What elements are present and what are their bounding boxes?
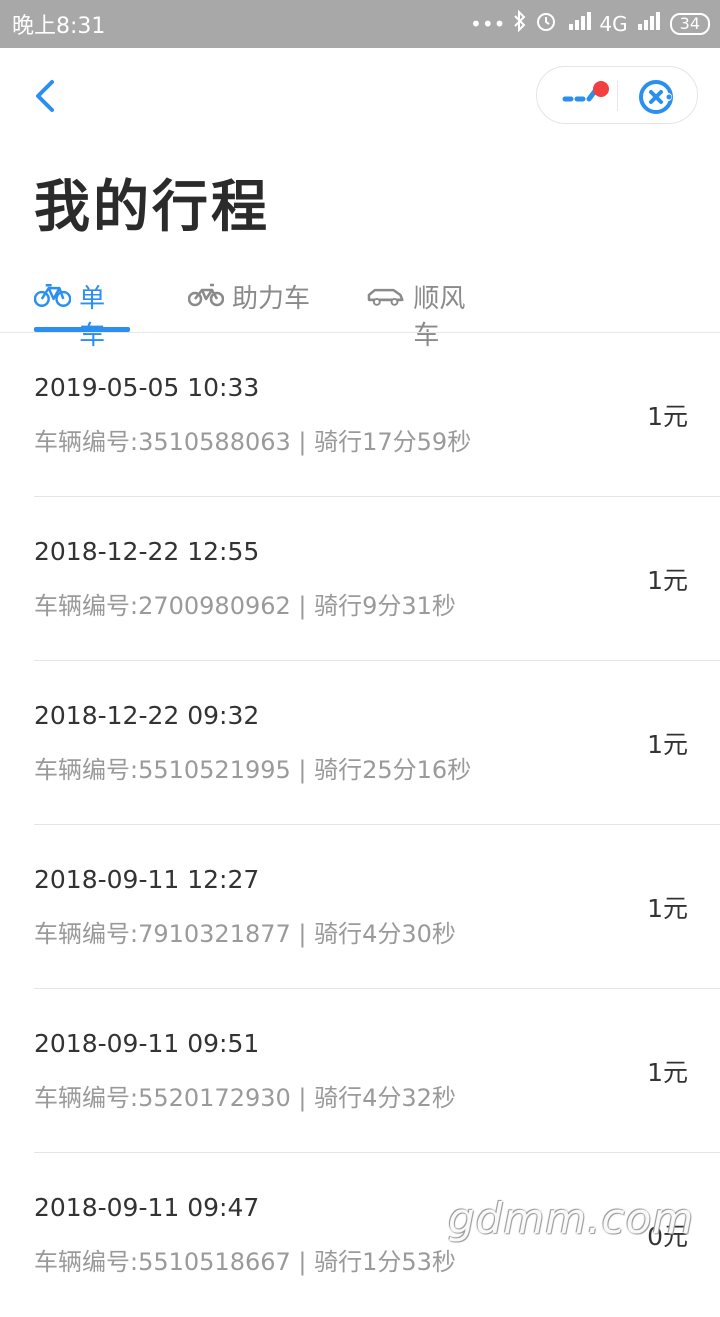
- trip-list: 2019-05-05 10:33 车辆编号:3510588063 | 骑行17分…: [0, 333, 720, 1317]
- tab-bicycle[interactable]: 单车: [34, 270, 130, 351]
- trip-time: 2019-05-05 10:33: [34, 373, 260, 402]
- watermark: gdmm.com: [448, 1194, 695, 1243]
- status-icons: ••• 4G 34: [470, 9, 710, 37]
- status-time: 晚上8:31: [12, 14, 106, 39]
- trip-time: 2018-09-11 09:51: [34, 1029, 260, 1058]
- trip-item[interactable]: 2018-12-22 12:55 车辆编号:2700980962 | 骑行9分3…: [34, 497, 720, 661]
- trip-price: 1元: [647, 566, 688, 595]
- trip-price: 1元: [647, 730, 688, 759]
- battery-indicator: 34: [669, 12, 710, 35]
- trip-price: 1元: [647, 1058, 688, 1087]
- page-title: 我的行程: [34, 175, 270, 240]
- more-dots-icon: •••: [470, 11, 506, 36]
- trip-time: 2018-09-11 12:27: [34, 865, 260, 894]
- trip-detail: 车辆编号:5510518667 | 骑行1分53秒: [34, 1248, 456, 1276]
- mini-program-capsule: [536, 66, 698, 124]
- trip-price: 1元: [647, 894, 688, 923]
- close-icon: [639, 80, 673, 114]
- back-button[interactable]: [28, 74, 68, 118]
- signal-icon: [636, 10, 662, 37]
- trip-time: 2018-12-22 09:32: [34, 701, 260, 730]
- trip-detail: 车辆编号:5510521995 | 骑行25分16秒: [34, 756, 472, 784]
- tab-ebike[interactable]: 助力车: [188, 270, 312, 332]
- network-type: 4G: [599, 11, 628, 36]
- trip-detail: 车辆编号:2700980962 | 骑行9分31秒: [34, 592, 456, 620]
- notification-badge: [593, 81, 609, 97]
- trip-item[interactable]: 2019-05-05 10:33 车辆编号:3510588063 | 骑行17分…: [34, 333, 720, 497]
- alarm-icon: [535, 10, 557, 37]
- trip-time: 2018-09-11 09:47: [34, 1193, 260, 1222]
- bluetooth-icon: [513, 9, 527, 37]
- tab-carpool[interactable]: 顺风车: [366, 270, 490, 351]
- trip-detail: 车辆编号:3510588063 | 骑行17分59秒: [34, 428, 472, 456]
- trip-detail: 车辆编号:5520172930 | 骑行4分32秒: [34, 1084, 456, 1112]
- trip-time: 2018-12-22 12:55: [34, 537, 260, 566]
- hd-signal-icon: [565, 10, 592, 37]
- tab-label: 助力车: [232, 284, 311, 314]
- capsule-divider: [617, 81, 618, 111]
- more-button[interactable]: [561, 81, 611, 111]
- status-bar: 晚上8:31 ••• 4G 34: [0, 0, 720, 48]
- trip-item[interactable]: 2018-09-11 12:27 车辆编号:7910321877 | 骑行4分3…: [34, 825, 720, 989]
- trip-detail: 车辆编号:7910321877 | 骑行4分30秒: [34, 920, 456, 948]
- more-icon: [562, 81, 609, 102]
- chevron-left-icon: [36, 80, 54, 112]
- bicycle-icon: [34, 283, 72, 307]
- ebike-icon: [188, 283, 224, 307]
- close-button[interactable]: [637, 78, 675, 116]
- trip-price: 1元: [647, 402, 688, 431]
- trip-item[interactable]: 2018-09-11 09:51 车辆编号:5520172930 | 骑行4分3…: [34, 989, 720, 1153]
- car-icon: [367, 288, 404, 306]
- trip-item[interactable]: 2018-12-22 09:32 车辆编号:5510521995 | 骑行25分…: [34, 661, 720, 825]
- tab-bar: 单车 助力车 顺风车: [0, 270, 720, 351]
